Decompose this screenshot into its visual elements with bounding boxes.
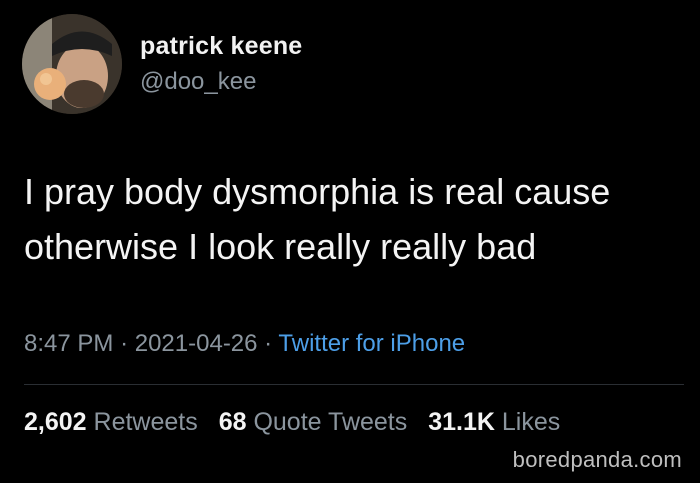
retweets-label: Retweets <box>93 408 198 436</box>
tweet-source-link[interactable]: Twitter for iPhone <box>278 330 465 357</box>
quote-tweets-stat[interactable]: 68 Quote Tweets <box>219 408 415 436</box>
meta-separator: · <box>264 330 273 357</box>
tweet-text-line: otherwise I look really really bad <box>24 226 537 267</box>
author-display-name[interactable]: patrick keene <box>140 32 302 61</box>
tweet-time[interactable]: 8:47 PM <box>24 330 113 357</box>
likes-label: Likes <box>501 408 561 436</box>
likes-stat[interactable]: 31.1K Likes <box>428 408 560 436</box>
avatar[interactable] <box>22 14 122 114</box>
quote-tweets-label: Quote Tweets <box>253 408 408 436</box>
quote-tweets-count: 68 <box>218 408 247 436</box>
tweet-stats: 2,602 Retweets 68 Quote Tweets 31.1K Lik… <box>24 408 574 437</box>
divider <box>24 384 684 385</box>
meta-separator: · <box>120 330 129 357</box>
tweet-text: I pray body dysmorphia is real cause oth… <box>24 164 694 274</box>
retweets-stat[interactable]: 2,602 Retweets <box>24 408 205 436</box>
tweet-meta: 8:47 PM · 2021-04-26 · Twitter for iPhon… <box>24 330 465 358</box>
retweets-count: 2,602 <box>24 408 87 436</box>
tweet-text-line: I pray body dysmorphia is real cause <box>24 171 611 212</box>
watermark: boredpanda.com <box>512 447 682 472</box>
avatar-photo <box>22 14 122 114</box>
likes-count: 31.1K <box>428 408 495 436</box>
tweet-date[interactable]: 2021-04-26 <box>135 330 258 357</box>
author-handle[interactable]: @doo_kee <box>140 68 256 96</box>
